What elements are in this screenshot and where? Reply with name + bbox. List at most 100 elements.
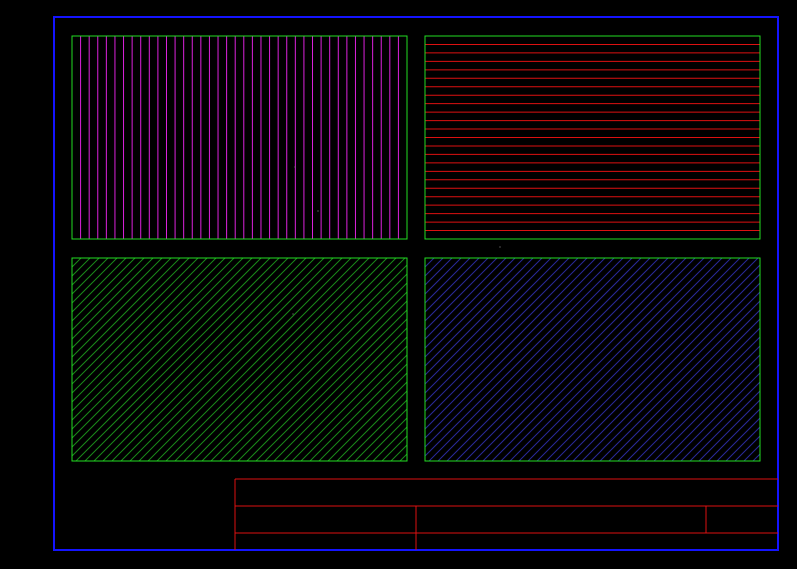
hatch-line (273, 327, 407, 461)
hatch-line (563, 264, 760, 461)
stray-point (499, 246, 501, 248)
hatch-line (581, 282, 760, 461)
hatch-line (425, 258, 543, 376)
hatch-line (72, 258, 118, 304)
hatch-line (291, 345, 407, 461)
hatch-line (789, 258, 797, 461)
hatch-line (72, 258, 244, 430)
hatch-line (425, 258, 570, 403)
hatch-line (372, 426, 407, 461)
hatch-line (228, 282, 407, 461)
hatch-line (762, 258, 797, 461)
hatch-line (518, 258, 723, 461)
hatch-line (437, 258, 642, 461)
hatch-line (527, 258, 732, 461)
hatch-line (300, 354, 407, 461)
hatch-line (165, 258, 370, 461)
hatch-line (255, 309, 407, 461)
diagonal-hatch-panel-green (72, 258, 407, 461)
hatch-line (689, 390, 760, 461)
hatch-line (554, 258, 759, 461)
hatch-line (282, 336, 407, 461)
hatch-line (237, 291, 407, 461)
hatch-line (464, 258, 669, 461)
hatch-line (72, 258, 208, 394)
hatch-line (147, 258, 352, 461)
hatch-line (743, 444, 760, 461)
hatch-line (425, 258, 588, 421)
hatch-line (363, 417, 407, 461)
hatch-line (72, 258, 235, 421)
hatch-line (72, 258, 271, 457)
hatch-line (72, 258, 100, 286)
hatch-line (425, 258, 624, 457)
hatch-line (75, 258, 280, 461)
hatch-line (354, 408, 407, 461)
hatch-line (425, 258, 444, 277)
hatch-line (425, 258, 597, 430)
hatch-line (491, 258, 696, 461)
hatch-line (482, 258, 687, 461)
hatch-line (425, 258, 606, 439)
hatch-line (72, 258, 82, 268)
hatch-line (138, 258, 343, 461)
cad-drawing-canvas (53, 16, 797, 551)
hatch-line (780, 258, 797, 461)
hatch-line (446, 258, 651, 461)
hatch-line (93, 258, 298, 461)
hatch-line (545, 258, 750, 461)
hatch-line (425, 258, 534, 367)
hatch-line (72, 258, 154, 340)
hatch-line (425, 258, 516, 349)
hatch-line (84, 258, 289, 461)
hatch-line (72, 258, 181, 367)
hatch-line (72, 258, 73, 259)
hatch-line (174, 258, 379, 461)
hatch-line (425, 258, 462, 295)
hatch-line (120, 258, 325, 461)
hatch-line (72, 258, 163, 349)
hatch-line (536, 258, 741, 461)
hatch-line (336, 390, 407, 461)
hatch-line (327, 381, 407, 461)
hatch-line (425, 258, 579, 412)
hatch-line (572, 273, 760, 461)
hatch-line (192, 258, 397, 461)
hatch-line (425, 258, 471, 304)
diagonal-hatch-panel-blue (425, 258, 797, 461)
horizontal-hatch-panel (425, 43, 760, 232)
hatch-line (425, 258, 615, 448)
hatch-line (425, 258, 489, 322)
hatch-line (264, 318, 407, 461)
hatch-line (390, 444, 407, 461)
hatch-line (318, 372, 407, 461)
hatch-line (111, 258, 316, 461)
hatch-line (425, 258, 561, 394)
hatch-line (129, 258, 334, 461)
vertical-hatch-panel (80, 36, 399, 239)
hatch-line (473, 258, 678, 461)
hatch-line (183, 258, 388, 461)
hatch-line (381, 435, 407, 461)
hatch-line (509, 258, 714, 461)
hatch-line (309, 363, 407, 461)
panel-border-top-left (71, 35, 408, 240)
hatch-line (72, 258, 253, 439)
hatch-line (219, 273, 407, 461)
stray-point (292, 313, 294, 315)
hatch-line (771, 258, 797, 461)
hatch-line (72, 258, 172, 358)
hatch-line (425, 258, 453, 286)
hatch-line (425, 258, 498, 331)
hatch-line (210, 264, 407, 461)
hatch-line (635, 336, 760, 461)
hatch-line (707, 408, 760, 461)
hatch-line (72, 258, 226, 412)
hatch-line (455, 258, 660, 461)
stray-point (294, 166, 296, 168)
hatch-line (617, 318, 760, 461)
hatch-line (734, 435, 760, 461)
hatch-line (428, 258, 633, 461)
hatch-line (246, 300, 407, 461)
hatch-line (425, 258, 525, 358)
